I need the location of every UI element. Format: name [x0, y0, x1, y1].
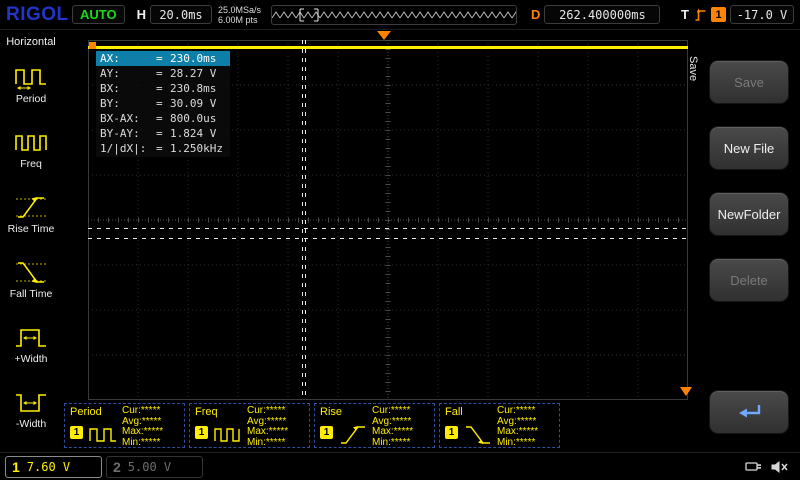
sidebar-item-period[interactable]: Period	[0, 52, 62, 116]
speaker-muted-icon	[770, 459, 790, 475]
sample-rate: 25.0MSa/s	[218, 5, 261, 15]
cursor-row-ay: AY:=28.27 V	[96, 66, 230, 81]
cursor-bx-line[interactable]	[305, 40, 306, 400]
top-status-bar: RIGOL AUTO H 20.0ms 25.0MSa/s 6.00M pts …	[0, 0, 800, 30]
trigger-label: T	[681, 7, 689, 22]
memory-depth: 6.00M pts	[218, 15, 261, 25]
delete-button[interactable]: Delete	[709, 258, 789, 302]
plus-width-icon	[13, 323, 49, 351]
measurement-box-freq[interactable]: Freq 1 Cur:***** Avg:***** Max:***** Min…	[189, 403, 310, 448]
rigol-logo: RIGOL	[6, 4, 68, 26]
bottom-status-bar: 1 7.60 V 2 5.00 V	[0, 452, 800, 480]
sidebar-item-rise-time[interactable]: Rise Time	[0, 182, 62, 246]
oscilloscope-screen: RIGOL AUTO H 20.0ms 25.0MSa/s 6.00M pts …	[0, 0, 800, 480]
new-file-button[interactable]: New File	[709, 126, 789, 170]
channel-1-status[interactable]: 1 7.60 V	[5, 456, 102, 478]
period-glyph-icon	[88, 423, 118, 447]
cursor-readout-panel: AX:=230.0ms AY:=28.27 V BX:=230.8ms BY:=…	[96, 50, 230, 157]
sidebar-item-plus-width[interactable]: +Width	[0, 312, 62, 376]
cursor-by-line[interactable]	[88, 238, 688, 239]
freq-icon	[13, 128, 49, 156]
cursor-ax-line[interactable]	[302, 40, 303, 400]
fall-time-icon	[13, 258, 49, 286]
minus-width-icon	[13, 388, 49, 416]
trigger-source-badge[interactable]: 1	[711, 7, 726, 22]
channel-1-badge: 1	[445, 426, 458, 439]
channel-1-badge: 1	[320, 426, 333, 439]
channel-2-status[interactable]: 2 5.00 V	[106, 456, 203, 478]
channel-1-badge: 1	[70, 426, 83, 439]
cursor-row-by-ay: BY-AY:=1.824 V	[96, 126, 230, 141]
run-mode-badge[interactable]: AUTO	[72, 5, 125, 24]
trigger-level-marker-icon[interactable]	[680, 387, 692, 396]
channel-offscreen-marker-icon	[89, 42, 96, 49]
period-icon	[13, 63, 49, 91]
trigger-level-box[interactable]: -17.0 V	[730, 5, 794, 24]
cursor-row-ax: AX:=230.0ms	[96, 51, 230, 66]
measurement-stats: Cur:***** Avg:***** Max:***** Min:*****	[247, 406, 288, 448]
measurement-box-period[interactable]: Period 1 Cur:***** Avg:***** Max:***** M…	[64, 403, 185, 448]
measurement-box-rise[interactable]: Rise 1 Cur:***** Avg:***** Max:***** Min…	[314, 403, 435, 448]
acquisition-info: 25.0MSa/s 6.00M pts	[218, 5, 261, 25]
cursor-row-inv-dx: 1/|dX|:=1.250kHz	[96, 141, 230, 156]
freq-glyph-icon	[213, 423, 243, 447]
sidebar-item-freq[interactable]: Freq	[0, 117, 62, 181]
menu-tab-title: Save	[687, 56, 699, 81]
cursor-row-bx-ax: BX-AX:=800.0us	[96, 111, 230, 126]
new-folder-button[interactable]: NewFolder	[709, 192, 789, 236]
sidebar-title: Horizontal	[0, 30, 62, 48]
delay-label: D	[531, 7, 540, 22]
measurement-box-fall[interactable]: Fall 1 Cur:***** Avg:***** Max:***** Min…	[439, 403, 560, 448]
horizontal-scale-box[interactable]: 20.0ms	[150, 5, 212, 24]
rise-time-icon	[13, 193, 49, 221]
fall-glyph-icon	[463, 423, 493, 447]
channel-2-scale: 5.00 V	[128, 460, 171, 474]
measurement-stats: Cur:***** Avg:***** Max:***** Min:*****	[497, 406, 538, 448]
cursor-row-by: BY:=30.09 V	[96, 96, 230, 111]
channel-2-number: 2	[113, 459, 121, 475]
trigger-position-marker-icon[interactable]	[377, 31, 391, 40]
usb-icon	[744, 459, 764, 473]
measurement-stats: Cur:***** Avg:***** Max:***** Min:*****	[372, 406, 413, 448]
channel-1-scale: 7.60 V	[27, 460, 70, 474]
waveform-preview-graphic	[272, 6, 516, 24]
horizontal-scale-label: H	[137, 7, 146, 22]
waveform-preview[interactable]	[271, 5, 517, 25]
back-button[interactable]	[709, 390, 789, 434]
cursor-row-bx: BX:=230.8ms	[96, 81, 230, 96]
sidebar-item-minus-width[interactable]: -Width	[0, 377, 62, 441]
delay-value-box[interactable]: 262.400000ms	[544, 5, 660, 24]
channel-1-badge: 1	[195, 426, 208, 439]
rise-glyph-icon	[338, 423, 368, 447]
save-button[interactable]: Save	[709, 60, 789, 104]
measure-sidebar: Horizontal Period Freq Rise Time	[0, 30, 62, 452]
cursor-ay-line[interactable]	[88, 228, 688, 229]
sidebar-item-fall-time[interactable]: Fall Time	[0, 247, 62, 311]
trigger-slope-icon	[694, 8, 707, 22]
measurement-stats: Cur:***** Avg:***** Max:***** Min:*****	[122, 406, 163, 448]
channel-1-number: 1	[12, 459, 20, 475]
return-arrow-icon	[735, 403, 763, 421]
channel1-trace	[88, 46, 688, 49]
